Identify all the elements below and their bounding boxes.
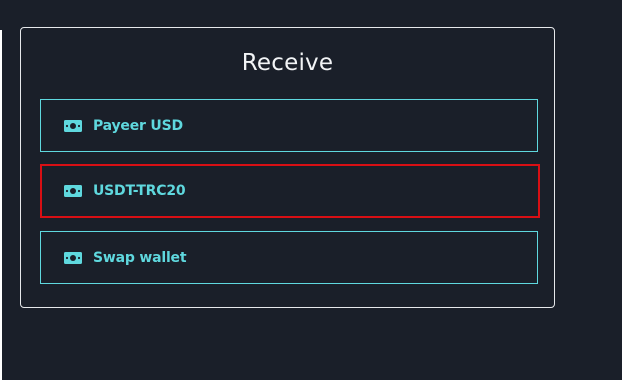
money-bill-icon — [64, 119, 82, 132]
left-panel-edge — [0, 30, 2, 380]
option-usdt-trc20[interactable]: USDT-TRC20 — [40, 164, 540, 218]
page: Receive Payeer USD USDT-TRC20 Swap walle… — [0, 0, 622, 380]
option-swap-wallet[interactable]: Swap wallet — [40, 231, 538, 284]
option-label: USDT-TRC20 — [93, 183, 186, 199]
option-label: Payeer USD — [93, 117, 183, 134]
money-bill-icon — [64, 185, 82, 197]
money-bill-icon — [64, 251, 82, 264]
panel-title: Receive — [241, 50, 334, 76]
option-payeer-usd[interactable]: Payeer USD — [40, 99, 538, 152]
receive-panel: Receive Payeer USD USDT-TRC20 Swap walle… — [20, 27, 555, 308]
option-label: Swap wallet — [93, 249, 187, 266]
